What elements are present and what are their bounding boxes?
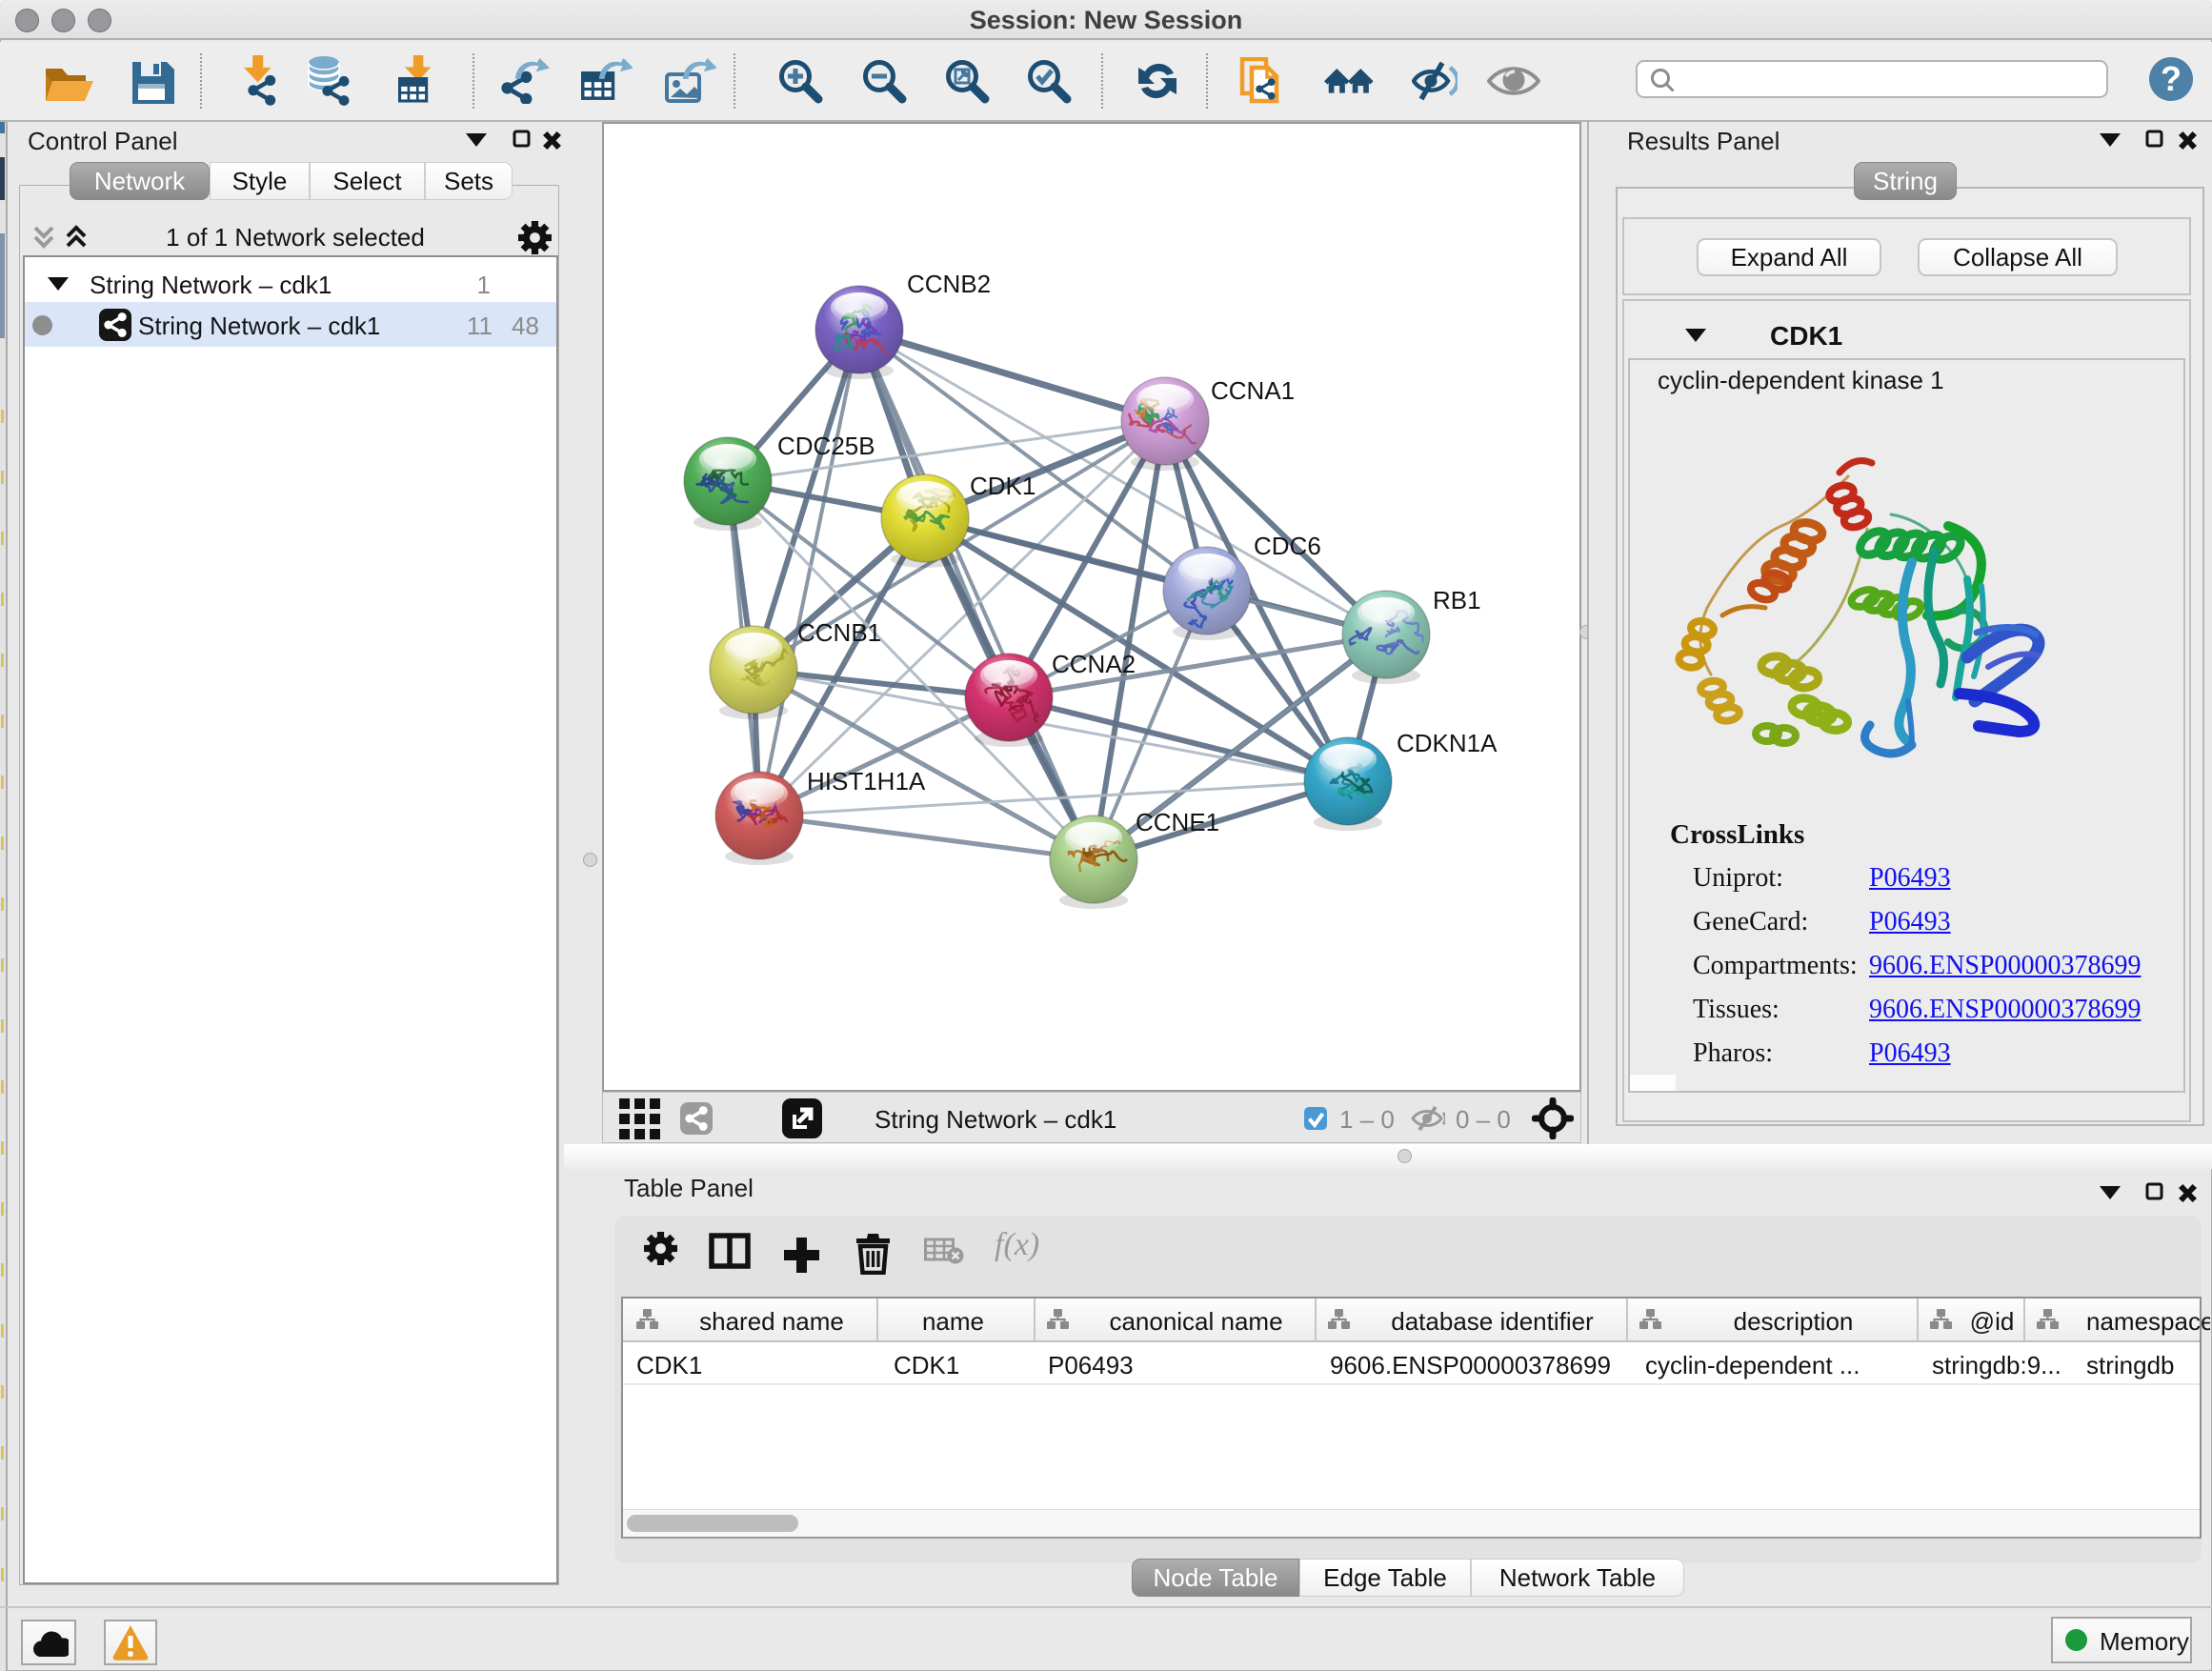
svg-text:CCNB1: CCNB1: [797, 618, 881, 647]
svg-text:HIST1H1A: HIST1H1A: [807, 767, 926, 795]
svg-text:CCNA1: CCNA1: [1211, 376, 1295, 405]
svg-text:CDK1: CDK1: [970, 472, 1036, 500]
svg-text:CCNB2: CCNB2: [907, 270, 991, 298]
svg-text:CDKN1A: CDKN1A: [1397, 729, 1498, 757]
svg-text:CDC25B: CDC25B: [777, 432, 875, 460]
svg-text:CCNE1: CCNE1: [1136, 808, 1219, 836]
svg-text:CCNA2: CCNA2: [1052, 650, 1136, 678]
svg-text:RB1: RB1: [1433, 586, 1481, 614]
svg-text:CDC6: CDC6: [1254, 532, 1321, 560]
svg-text:?: ?: [2161, 59, 2182, 98]
